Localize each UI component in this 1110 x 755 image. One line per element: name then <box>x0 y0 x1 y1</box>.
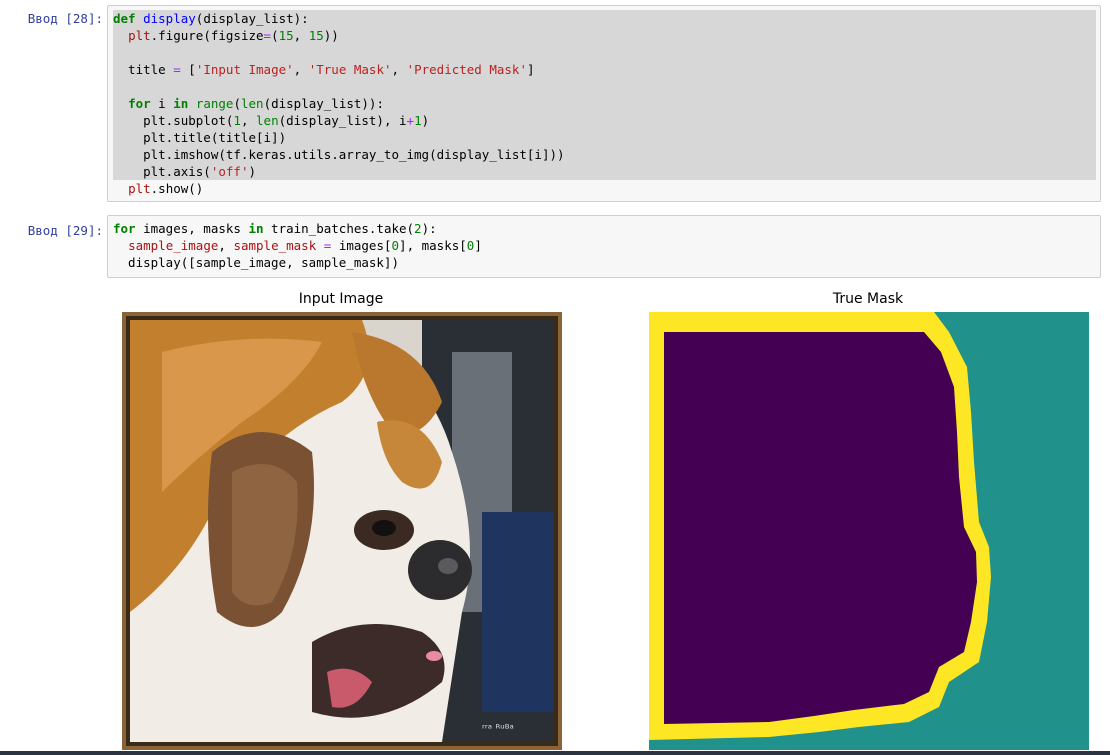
dog-photo-icon: ʳʳᵃ ᴿᵘᴮᵃ <box>122 312 562 750</box>
cell-prompt: Ввод [29]: <box>27 223 103 238</box>
code-line: plt.axis('off') <box>113 163 1096 180</box>
code-line: display([sample_image, sample_mask]) <box>113 255 399 270</box>
true-mask-title: True Mask <box>832 291 904 307</box>
true-mask <box>649 312 1089 750</box>
code-line <box>113 78 1096 95</box>
segmentation-mask-icon <box>649 312 1089 750</box>
code-line: plt.subplot(1, len(display_list), i+1) <box>113 112 1096 129</box>
code-line: for images, masks in train_batches.take(… <box>113 221 437 236</box>
input-image: ʳʳᵃ ᴿᵘᴮᵃ <box>122 312 562 750</box>
input-image-title: Input Image <box>298 291 384 307</box>
code-editor[interactable]: def display(display_list): plt.figure(fi… <box>107 5 1101 202</box>
code-line: plt.imshow(tf.keras.utils.array_to_img(d… <box>113 146 1096 163</box>
code-line: title = ['Input Image', 'True Mask', 'Pr… <box>113 61 1096 78</box>
code-line: plt.figure(figsize=(15, 15)) <box>113 27 1096 44</box>
code-line: for i in range(len(display_list)): <box>113 95 1096 112</box>
code-line: plt.title(title[i]) <box>113 129 1096 146</box>
cell-output: Input Image True Mask ʳʳᵃ ᴿᵘᴮᵃ <box>107 283 1107 755</box>
cell-prompt: Ввод [28]: <box>27 11 103 26</box>
svg-text:ʳʳᵃ ᴿᵘᴮᵃ: ʳʳᵃ ᴿᵘᴮᵃ <box>482 722 514 735</box>
code-editor[interactable]: for images, masks in train_batches.take(… <box>107 215 1101 278</box>
code-line: def display(display_list): <box>113 10 1096 27</box>
code-line <box>113 44 1096 61</box>
bottom-bar <box>0 751 1110 755</box>
code-line: plt.show() <box>128 181 204 196</box>
code-line: sample_image, sample_mask = images[0], m… <box>128 238 482 253</box>
